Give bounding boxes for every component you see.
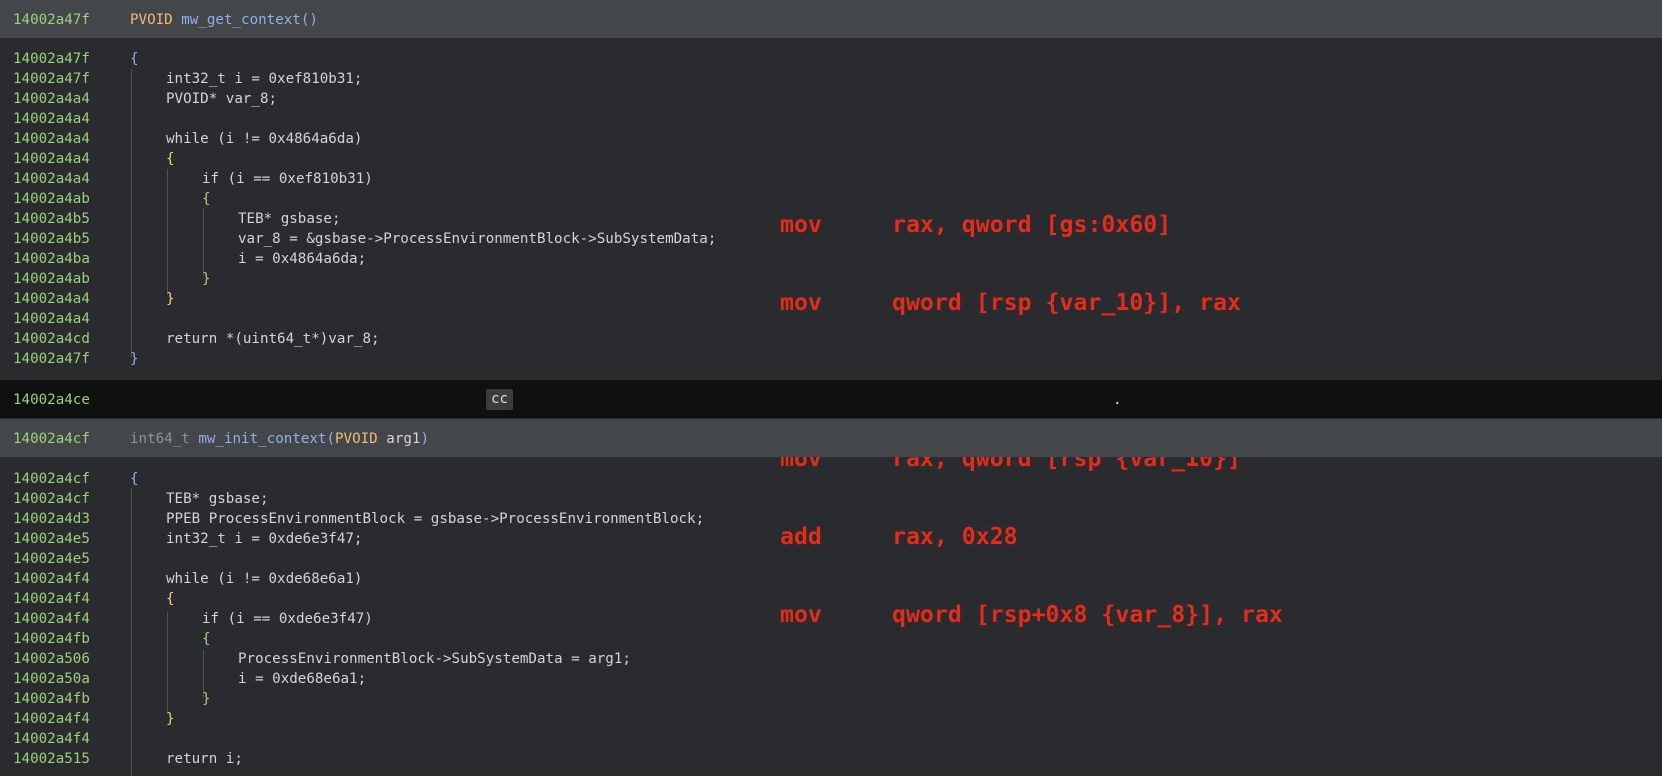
code-text: i = 0x4864a6da;	[238, 251, 367, 267]
ascii-dot: .	[1113, 392, 1122, 408]
line-address[interactable]: 14002a4f4	[13, 709, 90, 729]
line-address[interactable]: 14002a506	[13, 649, 90, 669]
line-address[interactable]: 14002a4a4	[13, 289, 90, 309]
asm-mnemonic: add	[780, 523, 822, 550]
code-text: i = 0xde68e6a1;	[238, 671, 367, 687]
code-text: var_8 = &gsbase->ProcessEnvironmentBlock…	[238, 231, 717, 247]
function-signature[interactable]: int64_t mw_init_context(PVOID arg1)	[130, 429, 429, 449]
paren: (	[326, 431, 336, 447]
line-address[interactable]: 14002a47f	[13, 49, 90, 69]
brace: {	[202, 631, 211, 647]
line-address[interactable]: 14002a47f	[13, 69, 90, 89]
cc-byte-badge[interactable]: cc	[486, 389, 513, 410]
function-name[interactable]: mw_get_context	[181, 12, 301, 28]
code-text: return *(uint64_t*)var_8;	[166, 331, 380, 347]
function-header-mw-get-context[interactable]: 14002a47f PVOID mw_get_context()	[0, 0, 1662, 38]
asm-mnemonic: mov	[780, 211, 822, 238]
line-address[interactable]: 14002a4a4	[13, 309, 90, 329]
line-address[interactable]: 14002a4cf	[13, 489, 90, 509]
return-type[interactable]: int64_t	[130, 431, 190, 447]
function-address[interactable]: 14002a47f	[13, 10, 90, 30]
asm-line: mov qword [rsp {var_10}], rax	[780, 290, 1283, 316]
code-text: TEB* gsbase;	[166, 491, 269, 507]
brace: }	[130, 351, 139, 367]
line-address[interactable]: 14002a515	[13, 749, 90, 769]
line-address[interactable]: 14002a4a4	[13, 129, 90, 149]
code-text: ProcessEnvironmentBlock->SubSystemData =…	[238, 651, 631, 667]
line-address[interactable]: 14002a4f4	[13, 609, 90, 629]
paren: )	[420, 431, 429, 447]
indent-guide	[167, 612, 168, 714]
padding-bytes-row[interactable]: 14002a4ce cc .	[0, 380, 1662, 418]
brace: {	[130, 51, 139, 67]
indent-guide	[167, 169, 168, 295]
code-text: int32_t i = 0xde6e3f47;	[166, 531, 363, 547]
brace: }	[202, 271, 211, 287]
line-address[interactable]: 14002a4ab	[13, 269, 90, 289]
line-address[interactable]: 14002a4b5	[13, 209, 90, 229]
code-text: PPEB ProcessEnvironmentBlock = gsbase->P…	[166, 511, 705, 527]
asm-mnemonic: mov	[780, 601, 822, 628]
brace: {	[166, 151, 175, 167]
line-address[interactable]: 14002a47f	[13, 349, 90, 369]
line-address[interactable]: 14002a4a4	[13, 109, 90, 129]
line-address[interactable]: 14002a4ce	[13, 390, 90, 410]
function-address[interactable]: 14002a4cf	[13, 429, 90, 449]
line-address[interactable]: 14002a4ab	[13, 189, 90, 209]
asm-operands: qword [rsp+0x8 {var_8}], rax	[892, 601, 1283, 628]
line-address[interactable]: 14002a4ba	[13, 249, 90, 269]
brace: {	[130, 471, 139, 487]
param-name[interactable]: arg1	[378, 431, 420, 447]
line-address[interactable]: 14002a4a4	[13, 89, 90, 109]
line-address[interactable]: 14002a4e5	[13, 529, 90, 549]
function-header-mw-init-context[interactable]: 14002a4cf int64_t mw_init_context(PVOID …	[0, 419, 1662, 457]
line-address[interactable]: 14002a4f4	[13, 729, 90, 749]
asm-operands: qword [rsp {var_10}], rax	[892, 289, 1242, 316]
code-text: {	[130, 49, 139, 69]
code-text: while (i != 0xde68e6a1)	[166, 571, 363, 587]
line-address[interactable]: 14002a4b5	[13, 229, 90, 249]
line-address[interactable]: 14002a4f4	[13, 569, 90, 589]
asm-line: mov qword [rsp+0x8 {var_8}], rax	[780, 602, 1283, 628]
code-text: int32_t i = 0xef810b31;	[166, 71, 363, 87]
brace: {	[166, 591, 175, 607]
indent-guide	[131, 488, 132, 776]
line-address[interactable]: 14002a4a4	[13, 149, 90, 169]
asm-line: add rax, 0x28	[780, 524, 1283, 550]
line-address[interactable]: 14002a4d3	[13, 509, 90, 529]
brace: }	[166, 711, 175, 727]
asm-operands: rax, 0x28	[892, 523, 1018, 550]
function-name[interactable]: mw_init_context	[198, 431, 326, 447]
line-address[interactable]: 14002a4a4	[13, 169, 90, 189]
brace: }	[202, 691, 211, 707]
line-address[interactable]: 14002a4f4	[13, 589, 90, 609]
asm-line: mov rax, qword [gs:0x60]	[780, 212, 1283, 238]
asm-operands: rax, qword [gs:0x60]	[892, 211, 1172, 238]
brace: }	[166, 291, 175, 307]
line-address[interactable]: 14002a4cd	[13, 329, 90, 349]
code-text: if (i == 0xde6e3f47)	[202, 611, 373, 627]
code-text: if (i == 0xef810b31)	[202, 171, 373, 187]
brace: {	[202, 191, 211, 207]
line-address[interactable]: 14002a4fb	[13, 629, 90, 649]
param-list: ()	[300, 12, 318, 28]
indent-guide	[131, 69, 132, 357]
function-signature[interactable]: PVOID mw_get_context()	[130, 10, 318, 30]
line-address[interactable]: 14002a4e5	[13, 549, 90, 569]
asm-mnemonic: mov	[780, 289, 822, 316]
code-text: return i;	[166, 751, 243, 767]
line-address[interactable]: 14002a50a	[13, 669, 90, 689]
line-address[interactable]: 14002a4fb	[13, 689, 90, 709]
code-text: PVOID* var_8;	[166, 91, 278, 107]
param-type[interactable]: PVOID	[335, 431, 378, 447]
code-text: while (i != 0x4864a6da)	[166, 131, 363, 147]
return-type[interactable]: PVOID	[130, 12, 173, 28]
code-text: TEB* gsbase;	[238, 211, 341, 227]
indent-guide	[203, 208, 204, 276]
line-address[interactable]: 14002a4cf	[13, 469, 90, 489]
